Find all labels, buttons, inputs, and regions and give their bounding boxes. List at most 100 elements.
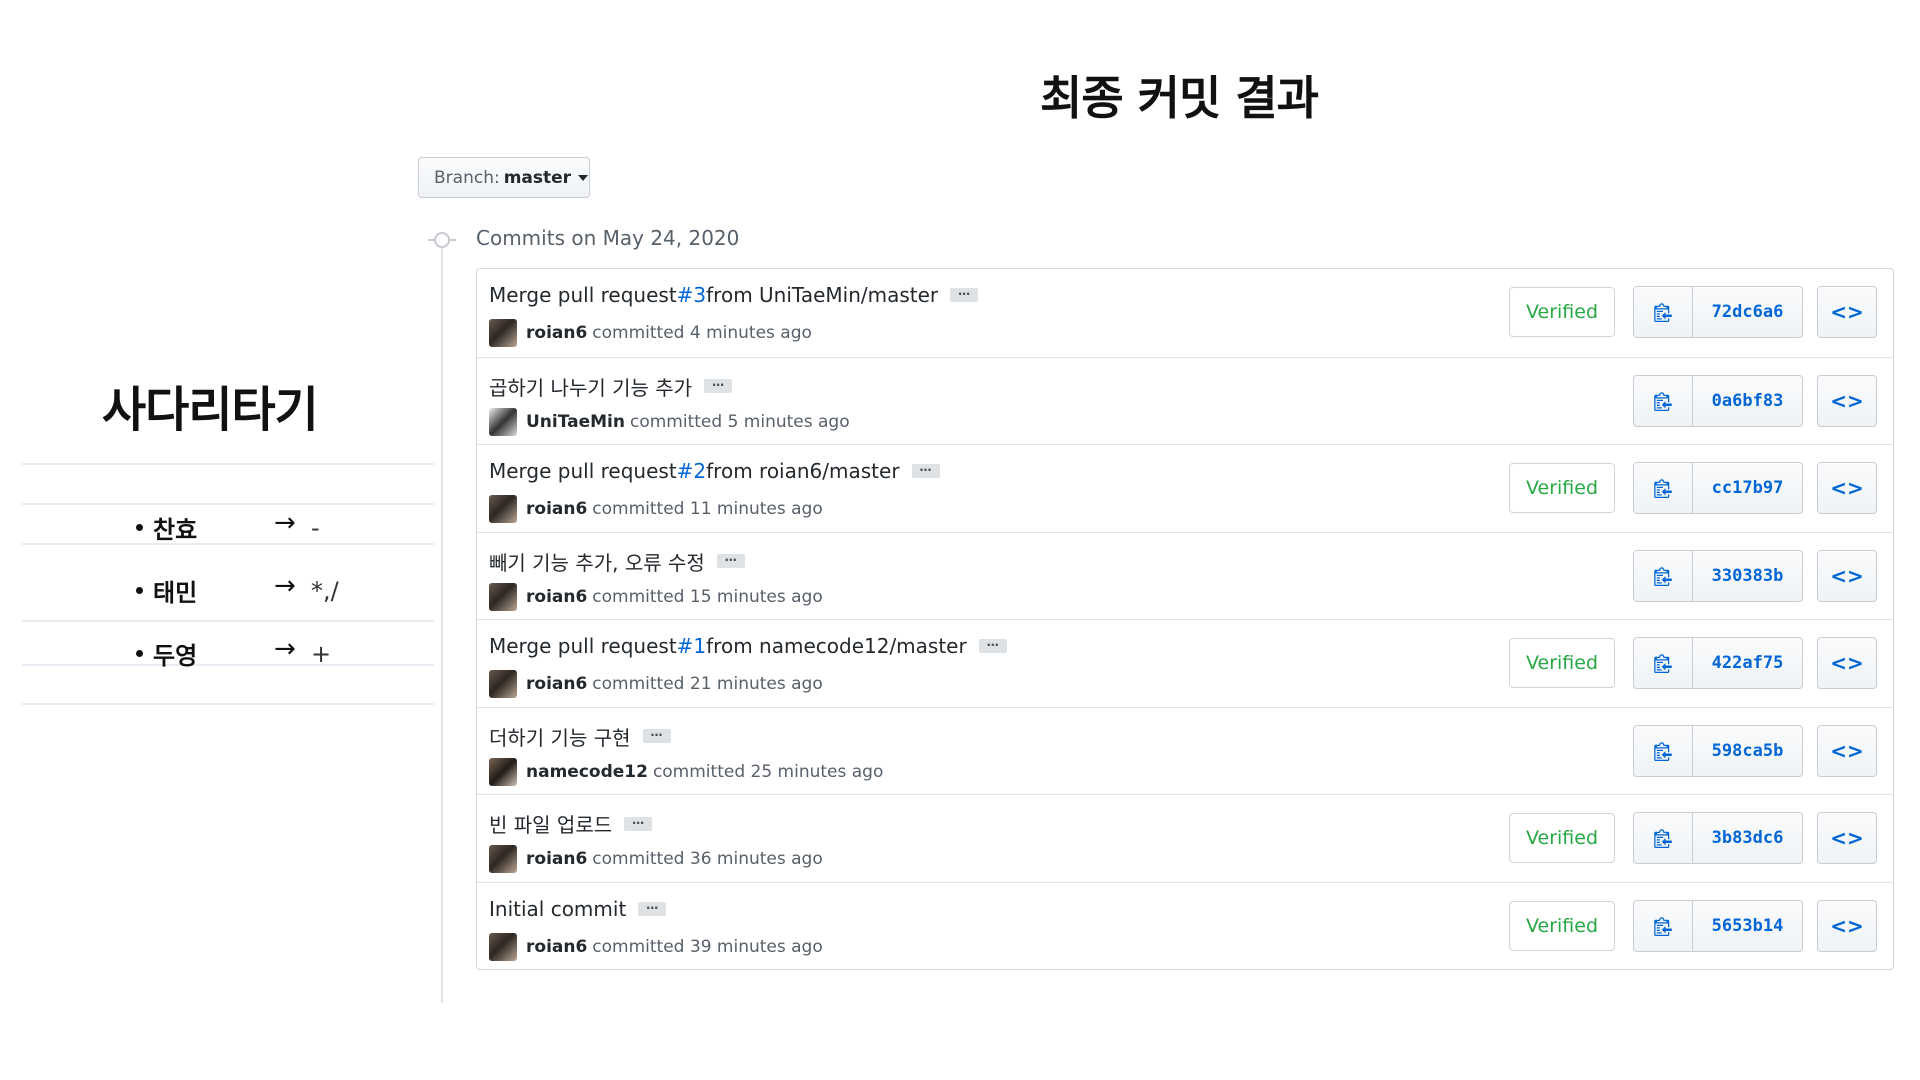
browse-files-button[interactable]: <>: [1817, 899, 1877, 952]
member-name: 두영: [153, 642, 198, 670]
copy-sha-button[interactable]: [1634, 463, 1693, 513]
commit-title-text[interactable]: 빼기 기능 추가, 오류 수정: [489, 547, 705, 576]
commit-title-text[interactable]: 더하기 기능 구현: [489, 722, 631, 751]
ellipsis-icon[interactable]: …: [624, 814, 653, 831]
commit-sha-link[interactable]: 5653b14: [1693, 901, 1802, 951]
commit-title: 빈 파일 업로드 …: [489, 809, 653, 838]
browse-files-button[interactable]: <>: [1817, 724, 1877, 777]
copy-sha-button[interactable]: [1634, 813, 1693, 863]
commit-sha-link[interactable]: 72dc6a6: [1693, 287, 1802, 337]
browse-files-button[interactable]: <>: [1817, 549, 1877, 602]
copy-sha-button[interactable]: [1634, 287, 1693, 337]
avatar[interactable]: [489, 845, 517, 873]
commit-sha-link[interactable]: 598ca5b: [1693, 726, 1802, 776]
commit-time: committed 15 minutes ago: [592, 586, 823, 607]
commit-sha-link[interactable]: 0a6bf83: [1693, 376, 1802, 426]
avatar[interactable]: [489, 932, 517, 961]
browse-files-button[interactable]: <>: [1817, 812, 1877, 864]
clipboard-icon: [1654, 303, 1672, 322]
commit-author[interactable]: UniTaeMin: [526, 412, 625, 432]
branch-select-button[interactable]: Branch: master: [418, 157, 590, 198]
commit-sha-link[interactable]: cc17b97: [1693, 463, 1802, 513]
browse-files-button[interactable]: <>: [1817, 462, 1877, 514]
commit-title: 더하기 기능 구현 …: [489, 722, 671, 751]
avatar[interactable]: [489, 582, 517, 611]
sha-button-group: 0a6bf83: [1633, 374, 1803, 427]
divider: [22, 620, 434, 622]
commit-title-text[interactable]: from roian6/master: [706, 459, 899, 483]
commit-title: 빼기 기능 추가, 오류 수정 …: [489, 547, 745, 576]
commit-title: Merge pull request #3 from UniTaeMin/mas…: [489, 283, 979, 307]
avatar[interactable]: [489, 670, 517, 698]
copy-sha-button[interactable]: [1634, 725, 1693, 776]
commit-author[interactable]: namecode12: [526, 762, 648, 782]
avatar[interactable]: [489, 495, 517, 523]
pull-request-link[interactable]: #1: [677, 634, 706, 658]
commit-row: 빼기 기능 추가, 오류 수정 … roian6 committed 15 mi…: [477, 531, 1893, 620]
ellipsis-icon[interactable]: …: [704, 376, 733, 393]
commit-title-text[interactable]: Initial commit: [489, 897, 626, 921]
divider: [22, 703, 434, 705]
copy-sha-button[interactable]: [1634, 375, 1693, 426]
commit-title-text[interactable]: 빈 파일 업로드: [489, 809, 612, 838]
commit-time: committed 4 minutes ago: [592, 323, 812, 343]
commit-author[interactable]: roian6: [526, 849, 587, 869]
divider: [22, 503, 434, 505]
ellipsis-icon[interactable]: …: [642, 726, 671, 743]
ellipsis-icon[interactable]: …: [716, 551, 745, 568]
browse-files-button[interactable]: <>: [1817, 286, 1877, 338]
commit-title-text[interactable]: Merge pull request: [489, 283, 677, 307]
member-item: 두영 → +: [136, 634, 331, 671]
copy-sha-button[interactable]: [1634, 900, 1693, 951]
commit-time: committed 36 minutes ago: [592, 849, 823, 869]
sha-button-group: 5653b14: [1633, 899, 1803, 952]
browse-files-button[interactable]: <>: [1817, 374, 1877, 427]
commit-node-icon: [428, 232, 456, 248]
verified-badge[interactable]: Verified: [1509, 813, 1615, 863]
commits-date-header: Commits on May 24, 2020: [476, 226, 740, 250]
sha-button-group: cc17b97: [1633, 462, 1803, 514]
verified-badge[interactable]: Verified: [1509, 287, 1615, 337]
commit-author[interactable]: roian6: [526, 937, 587, 957]
ellipsis-icon[interactable]: …: [911, 461, 940, 478]
arrow-icon: →: [274, 634, 296, 664]
commit-row: 곱하기 나누기 기능 추가 … UniTaeMin committed 5 mi…: [477, 356, 1893, 445]
commit-time: committed 21 minutes ago: [592, 674, 823, 694]
commit-sha-link[interactable]: 3b83dc6: [1693, 813, 1802, 863]
commit-list: Merge pull request #3 from UniTaeMin/mas…: [476, 268, 1894, 970]
avatar[interactable]: [489, 407, 517, 436]
avatar[interactable]: [489, 319, 517, 347]
commit-title-text[interactable]: from namecode12/master: [706, 634, 967, 658]
commit-author[interactable]: roian6: [526, 587, 587, 607]
ellipsis-icon[interactable]: …: [638, 899, 667, 916]
verified-badge[interactable]: Verified: [1509, 463, 1615, 513]
browse-files-button[interactable]: <>: [1817, 637, 1877, 689]
commit-row: Merge pull request #2 from roian6/master…: [477, 444, 1893, 532]
commit-author[interactable]: roian6: [526, 323, 587, 343]
commit-title-text[interactable]: 곱하기 나누기 기능 추가: [489, 372, 692, 401]
commit-meta: namecode12 committed 25 minutes ago: [489, 757, 883, 786]
pull-request-link[interactable]: #2: [677, 459, 706, 483]
sha-button-group: 598ca5b: [1633, 724, 1803, 777]
commit-author[interactable]: roian6: [526, 674, 587, 694]
verified-badge[interactable]: Verified: [1509, 638, 1615, 688]
copy-sha-button[interactable]: [1634, 550, 1693, 601]
commit-sha-link[interactable]: 422af75: [1693, 638, 1802, 688]
pull-request-link[interactable]: #3: [677, 283, 706, 307]
ellipsis-icon[interactable]: …: [978, 636, 1007, 653]
commit-title-text[interactable]: from UniTaeMin/master: [706, 283, 938, 307]
commit-sha-link[interactable]: 330383b: [1693, 551, 1802, 601]
copy-sha-button[interactable]: [1634, 638, 1693, 688]
avatar[interactable]: [489, 757, 517, 786]
clipboard-icon: [1654, 479, 1672, 498]
commit-title-text[interactable]: Merge pull request: [489, 459, 677, 483]
commit-title-text[interactable]: Merge pull request: [489, 634, 677, 658]
commit-title: Merge pull request #1 from namecode12/ma…: [489, 634, 1007, 658]
arrow-icon: →: [274, 508, 296, 538]
ellipsis-icon[interactable]: …: [950, 285, 979, 302]
member-operator: -: [311, 513, 320, 542]
commit-row: Initial commit … roian6 committed 39 min…: [477, 881, 1893, 970]
verified-badge[interactable]: Verified: [1509, 900, 1615, 951]
commit-author[interactable]: roian6: [526, 499, 587, 519]
commit-row: 더하기 기능 구현 … namecode12 committed 25 minu…: [477, 706, 1893, 795]
